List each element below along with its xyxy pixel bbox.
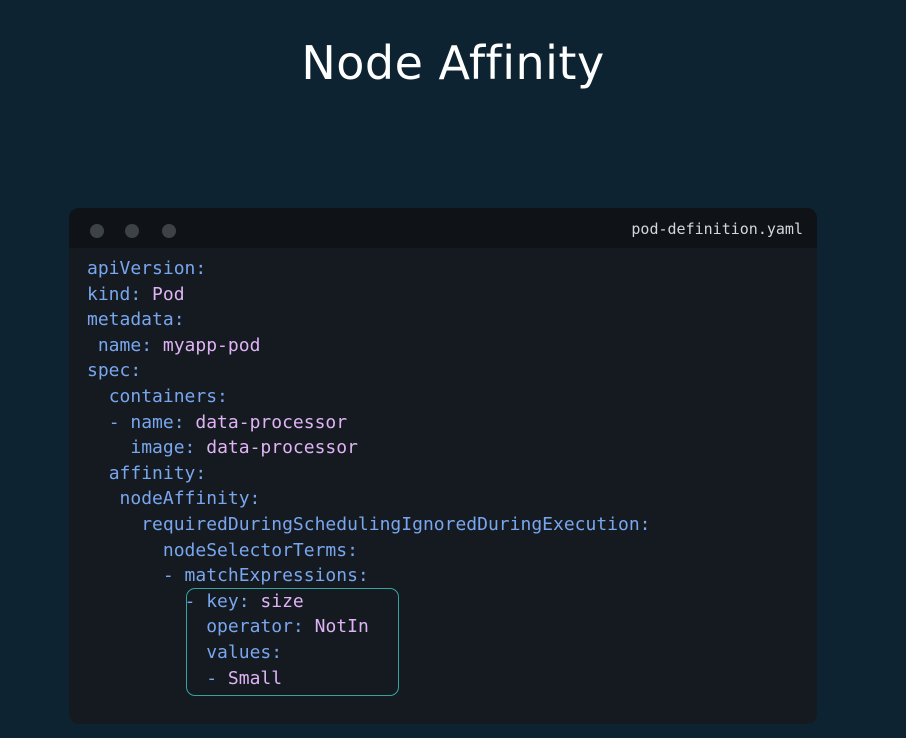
code-line: nodeSelectorTerms: (87, 538, 651, 564)
yaml-key: - name: (108, 411, 185, 433)
code-line: - matchExpressions: (87, 563, 651, 589)
code-line: nodeAffinity: (87, 486, 651, 512)
match-expression-highlight-box (186, 588, 399, 696)
yaml-key: kind: (87, 283, 142, 305)
file-name: pod-definition.yaml (631, 220, 803, 238)
window-dot-icon (125, 224, 139, 238)
code-line: - name: data-processor (87, 410, 651, 436)
yaml-key: nodeSelectorTerms: (162, 539, 358, 561)
yaml-key: affinity: (108, 462, 207, 484)
yaml-key: name: (97, 334, 153, 356)
yaml-value: Pod (141, 283, 185, 305)
yaml-key: containers: (108, 385, 228, 407)
yaml-key: apiVersion: (87, 258, 207, 279)
yaml-key: image: (130, 437, 196, 459)
yaml-key: nodeAffinity: (119, 488, 261, 510)
yaml-value: myapp-pod (152, 334, 261, 356)
editor-titlebar: pod-definition.yaml (69, 208, 817, 248)
yaml-key: requiredDuringSchedulingIgnoredDuringExe… (141, 513, 651, 535)
code-line: metadata: (87, 307, 651, 333)
code-line: spec: (87, 358, 651, 384)
code-line: requiredDuringSchedulingIgnoredDuringExe… (87, 512, 651, 538)
yaml-value: data-processor (195, 437, 358, 459)
code-line: containers: (87, 384, 651, 410)
yaml-key: - matchExpressions: (162, 565, 369, 587)
code-line: kind: Pod (87, 282, 651, 308)
code-line: image: data-processor (87, 435, 651, 461)
code-line: affinity: (87, 461, 651, 487)
yaml-key: metadata: (87, 309, 185, 331)
code-line: apiVersion: (87, 256, 651, 282)
window-dot-icon (90, 224, 104, 238)
yaml-value: data-processor (184, 411, 348, 433)
code-editor-window: pod-definition.yaml apiVersion: kind: Pod… (69, 208, 817, 724)
slide-title: Node Affinity (301, 36, 605, 90)
yaml-key: spec: (87, 360, 142, 382)
code-line: name: myapp-pod (87, 333, 651, 359)
window-dot-icon (162, 224, 176, 238)
